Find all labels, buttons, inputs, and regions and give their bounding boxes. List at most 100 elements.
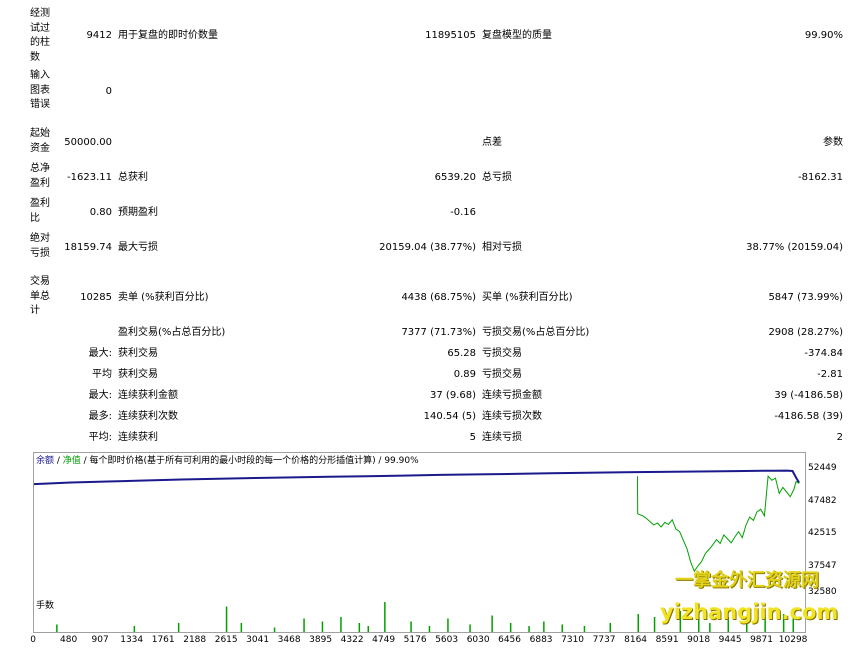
volume-bar [177,623,180,632]
legend-sep: / [54,456,63,466]
average-profit-value: 0.89 [453,369,476,380]
max-consec-losses-label: 连续亏损金额 [482,390,542,401]
abs-drawdown-value: 18159.74 [64,242,112,253]
y-tick-label: 42515 [808,528,837,539]
maximal-prefix: 最多: [88,411,112,422]
gross-profit-value: 6539.20 [434,172,476,183]
y-tick-label: 47482 [808,495,837,506]
total-trades-value: 10285 [80,292,112,303]
watermark-url: yizhangjin.com [660,600,839,624]
avg-consec-losses-value: 2 [836,432,843,443]
avg-consec-wins-value: 5 [469,432,476,443]
x-tick-label: 8591 [655,635,679,645]
volume-bar [56,624,58,632]
volume-bar [609,623,611,632]
max-drawdown-label: 最大亏损 [118,242,158,253]
maximum-prefix: 最大: [88,390,112,401]
x-tick-label: 7310 [561,635,585,645]
max-consec-wins-value: 37 (9.68) [430,390,476,401]
gross-loss-label: 总亏损 [482,172,512,183]
max-drawdown-value: 20159.04 (38.77%) [379,242,476,253]
legend-equity: 净值 [62,456,81,466]
max-consec-profit-label: 连续获利次数 [118,411,178,422]
y-tick-label: 52449 [808,463,837,473]
short-positions-value: 4438 (68.75%) [401,292,476,303]
volume-bar [240,623,243,632]
volume-bar [583,626,586,632]
volume-bar [528,626,530,632]
long-positions-value: 5847 (73.99%) [768,292,843,303]
x-tick-label: 3895 [309,635,333,645]
mismatch-label: 输入图表错误 [30,70,50,110]
x-tick-label: 6883 [529,635,553,645]
x-tick-label: 1334 [120,635,144,645]
largest-loss-label: 亏损交易 [482,348,522,359]
volume-bar [469,624,471,632]
volume-bar [225,606,228,632]
net-profit-value: -1623.11 [67,172,112,183]
x-tick-label: 480 [60,635,78,645]
ticks-label: 用于复盘的即时价数量 [118,30,218,41]
bars-tested-label: 经测试过的柱数 [30,8,50,63]
x-tick-label: 907 [91,635,109,645]
volume-bar [367,626,369,632]
volume-bar [410,621,412,632]
x-tick-label: 9018 [687,635,711,645]
rel-drawdown-label: 相对亏损 [482,242,522,253]
avg-consec-losses-label: 连续亏损 [482,432,522,443]
volume-bar [303,618,305,632]
average-profit-label: 获利交易 [118,369,158,380]
equity-line [637,475,800,573]
profit-trades-label: 盈利交易(%占总百分比) [118,327,226,338]
x-tick-label: 6456 [498,635,522,645]
gross-loss-value: -8162.31 [798,172,843,183]
x-tick-label: 5176 [403,635,427,645]
legend-balance: 余额 [36,456,55,466]
largest-prefix: 最大: [88,348,112,359]
volume-bar [321,621,324,632]
quality-label: 复盘模型的质量 [482,30,552,41]
max-consec-loss-label: 连续亏损次数 [482,411,542,422]
x-tick-label: 2188 [183,635,207,645]
max-consec-loss-value: -4186.58 (39) [774,411,843,422]
x-tick-label: 9871 [750,635,773,645]
x-tick-label: 4749 [372,635,396,645]
avg-prefix: 平均: [88,432,112,443]
volume-bar [340,617,342,632]
spread-label: 点差 [482,137,502,148]
expected-payoff-value: -0.16 [450,207,476,218]
volume-bar [543,621,545,632]
ticks-value: 11895105 [425,30,476,41]
volume-bar [273,627,276,632]
volume-bar [653,617,656,632]
bars-tested-value: 9412 [86,30,112,41]
x-tick-label: 8164 [624,635,648,645]
gross-profit-label: 总获利 [118,172,148,183]
x-tick-label: 9445 [718,635,742,645]
legend-description: / 每个即时价格(基于所有可利用的最小时段的每一个价格的分形插值计算) / 99… [80,456,419,466]
max-consec-profit-value: 140.54 (5) [423,411,476,422]
avg-consec-wins-label: 连续获利 [118,432,158,443]
x-tick-label: 0 [30,635,36,645]
x-tick-label: 4322 [340,635,364,645]
volume-bar [709,623,711,632]
volume-bar [358,623,361,632]
volume-bar [447,618,449,632]
volume-label: 手数 [36,601,55,611]
x-tick-label: 3041 [246,635,270,645]
largest-profit-label: 获利交易 [118,348,158,359]
chart-legend: 余额 / 净值 / 每个即时价格(基于所有可利用的最小时段的每一个价格的分形插值… [36,455,419,467]
volume-bar [561,624,563,632]
spread-value: 参数 [823,137,843,148]
volume-bar [509,623,512,632]
average-loss-value: -2.81 [817,369,843,380]
profit-factor-value: 0.80 [89,207,112,218]
balance-line [34,469,800,486]
volume-bar [637,614,639,632]
volume-bar [428,626,431,632]
x-tick-label: 3468 [277,635,301,645]
x-tick-label: 1761 [151,635,175,645]
x-tick-label: 10298 [778,635,808,645]
quality-value: 99.90% [804,30,843,41]
volume-bar [384,602,386,632]
